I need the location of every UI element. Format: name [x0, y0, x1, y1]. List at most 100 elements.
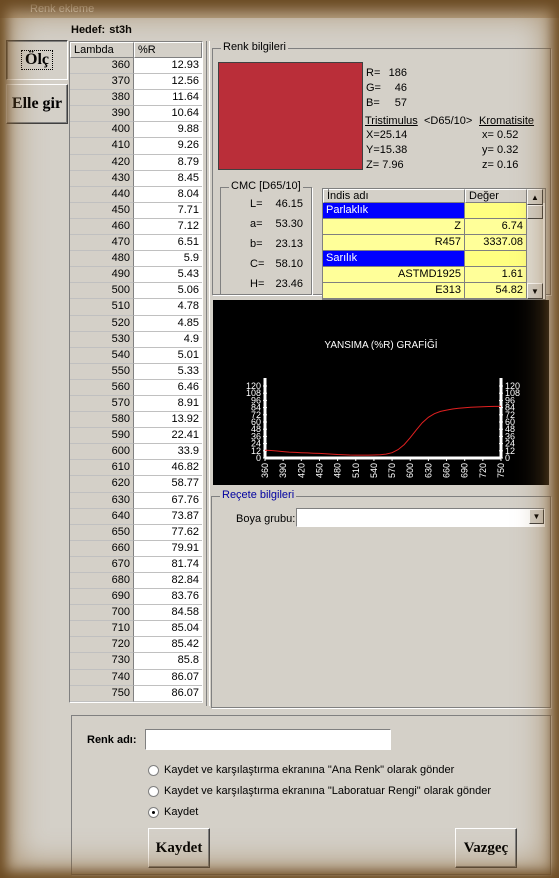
- lambda-cell[interactable]: 490: [70, 267, 134, 284]
- lambda-cell[interactable]: 470: [70, 235, 134, 252]
- reflectance-cell[interactable]: 86.07: [134, 685, 202, 702]
- index-item-row[interactable]: E313 54.82: [323, 283, 545, 299]
- table-row[interactable]: 400 9.88: [70, 122, 202, 139]
- reflectance-cell[interactable]: 73.87: [134, 508, 202, 525]
- kaydet-button[interactable]: Kaydet: [148, 828, 210, 868]
- reflectance-cell[interactable]: 84.58: [134, 605, 202, 622]
- index-value-cell[interactable]: 1.61: [465, 267, 527, 283]
- table-row[interactable]: 700 84.58: [70, 605, 202, 622]
- lambda-cell[interactable]: 370: [70, 74, 134, 91]
- table-row[interactable]: 730 85.8: [70, 653, 202, 670]
- table-row[interactable]: 480 5.9: [70, 251, 202, 268]
- reflectance-cell[interactable]: 4.85: [134, 315, 202, 332]
- lambda-cell[interactable]: 560: [70, 379, 134, 396]
- lambda-cell[interactable]: 750: [70, 685, 134, 702]
- reflectance-cell[interactable]: 46.82: [134, 460, 202, 477]
- reflectance-cell[interactable]: 22.41: [134, 428, 202, 445]
- reflectance-cell[interactable]: 8.45: [134, 170, 202, 187]
- index-grid-scrollbar[interactable]: ▲ ▼: [527, 189, 543, 299]
- reflectance-cell[interactable]: 4.78: [134, 299, 202, 316]
- table-row[interactable]: 430 8.45: [70, 170, 202, 187]
- index-name-cell[interactable]: R457: [323, 235, 465, 251]
- lambda-cell[interactable]: 430: [70, 170, 134, 187]
- table-row[interactable]: 640 73.87: [70, 508, 202, 525]
- renk-adi-input[interactable]: [145, 729, 391, 750]
- lambda-cell[interactable]: 710: [70, 621, 134, 638]
- index-item-row[interactable]: R457 3337.08: [323, 235, 545, 251]
- lambda-cell[interactable]: 390: [70, 106, 134, 123]
- lambda-cell[interactable]: 600: [70, 444, 134, 461]
- table-row[interactable]: 570 8.91: [70, 395, 202, 413]
- reflectance-cell[interactable]: 67.76: [134, 492, 202, 509]
- lambda-cell[interactable]: 500: [70, 283, 134, 300]
- index-group-row[interactable]: Parlaklık: [323, 203, 545, 219]
- table-row[interactable]: 740 86.07: [70, 669, 202, 686]
- reflectance-cell[interactable]: 13.92: [134, 412, 202, 429]
- lambda-cell[interactable]: 610: [70, 460, 134, 477]
- lambda-cell[interactable]: 480: [70, 251, 134, 268]
- lambda-cell[interactable]: 740: [70, 669, 134, 686]
- reflectance-cell[interactable]: 9.26: [134, 138, 202, 155]
- table-row[interactable]: 660 79.91: [70, 540, 202, 557]
- table-row[interactable]: 710 85.04: [70, 621, 202, 638]
- lambda-cell[interactable]: 690: [70, 589, 134, 606]
- reflectance-cell[interactable]: 58.77: [134, 476, 202, 493]
- table-row[interactable]: 470 6.51: [70, 235, 202, 252]
- index-name-cell[interactable]: Parlaklık: [323, 203, 465, 219]
- table-row[interactable]: 510 4.78: [70, 299, 202, 316]
- table-row[interactable]: 460 7.12: [70, 218, 202, 236]
- reflectance-cell[interactable]: 82.84: [134, 573, 202, 590]
- scroll-up-icon[interactable]: ▲: [527, 189, 543, 205]
- lambda-cell[interactable]: 640: [70, 508, 134, 525]
- index-name-cell[interactable]: E313: [323, 283, 465, 299]
- index-value-header[interactable]: Değer: [465, 189, 527, 203]
- index-name-cell[interactable]: Z: [323, 219, 465, 235]
- table-row[interactable]: 720 85.42: [70, 637, 202, 654]
- table-row[interactable]: 590 22.41: [70, 428, 202, 445]
- lambda-cell[interactable]: 730: [70, 653, 134, 670]
- option-ana-renk-label[interactable]: Kaydet ve karşılaştırma ekranına "Ana Re…: [164, 764, 454, 776]
- reflectance-cell[interactable]: 79.91: [134, 540, 202, 557]
- table-row[interactable]: 630 67.76: [70, 492, 202, 509]
- index-item-row[interactable]: Z 6.74: [323, 219, 545, 235]
- vazgec-button[interactable]: Vazgeç: [455, 828, 517, 868]
- reflectance-cell[interactable]: 9.88: [134, 122, 202, 139]
- olc-button[interactable]: Ölç: [6, 40, 68, 80]
- lambda-cell[interactable]: 720: [70, 637, 134, 654]
- reflectance-cell[interactable]: 6.46: [134, 379, 202, 396]
- reflectance-cell[interactable]: 8.91: [134, 395, 202, 413]
- index-value-cell[interactable]: 3337.08: [465, 235, 527, 251]
- index-group-row[interactable]: Sarılık: [323, 251, 545, 267]
- reflectance-header[interactable]: %R: [134, 42, 202, 58]
- scroll-down-icon[interactable]: ▼: [527, 283, 543, 299]
- lambda-cell[interactable]: 680: [70, 573, 134, 590]
- lambda-cell[interactable]: 590: [70, 428, 134, 445]
- lambda-cell[interactable]: 530: [70, 331, 134, 348]
- table-row[interactable]: 520 4.85: [70, 315, 202, 332]
- table-row[interactable]: 390 10.64: [70, 106, 202, 123]
- reflectance-cell[interactable]: 10.64: [134, 106, 202, 123]
- lambda-cell[interactable]: 540: [70, 347, 134, 364]
- reflectance-cell[interactable]: 5.33: [134, 363, 202, 380]
- index-value-cell[interactable]: [465, 203, 527, 219]
- lambda-cell[interactable]: 360: [70, 58, 134, 75]
- index-name-cell[interactable]: Sarılık: [323, 251, 465, 267]
- lambda-cell[interactable]: 380: [70, 90, 134, 107]
- table-row[interactable]: 380 11.64: [70, 90, 202, 107]
- lambda-header[interactable]: Lambda: [70, 42, 134, 58]
- table-row[interactable]: 410 9.26: [70, 138, 202, 155]
- table-row[interactable]: 690 83.76: [70, 589, 202, 606]
- table-row[interactable]: 360 12.93: [70, 58, 202, 75]
- lambda-cell[interactable]: 450: [70, 202, 134, 219]
- lambda-cell[interactable]: 630: [70, 492, 134, 509]
- reflectance-cell[interactable]: 81.74: [134, 556, 202, 573]
- lambda-cell[interactable]: 580: [70, 412, 134, 429]
- reflectance-cell[interactable]: 11.64: [134, 90, 202, 107]
- table-row[interactable]: 560 6.46: [70, 379, 202, 396]
- chevron-down-icon[interactable]: ▼: [529, 509, 544, 524]
- reflectance-cell[interactable]: 77.62: [134, 524, 202, 541]
- reflectance-cell[interactable]: 5.43: [134, 267, 202, 284]
- reflectance-cell[interactable]: 5.01: [134, 347, 202, 364]
- table-row[interactable]: 670 81.74: [70, 556, 202, 573]
- index-value-cell[interactable]: 54.82: [465, 283, 527, 299]
